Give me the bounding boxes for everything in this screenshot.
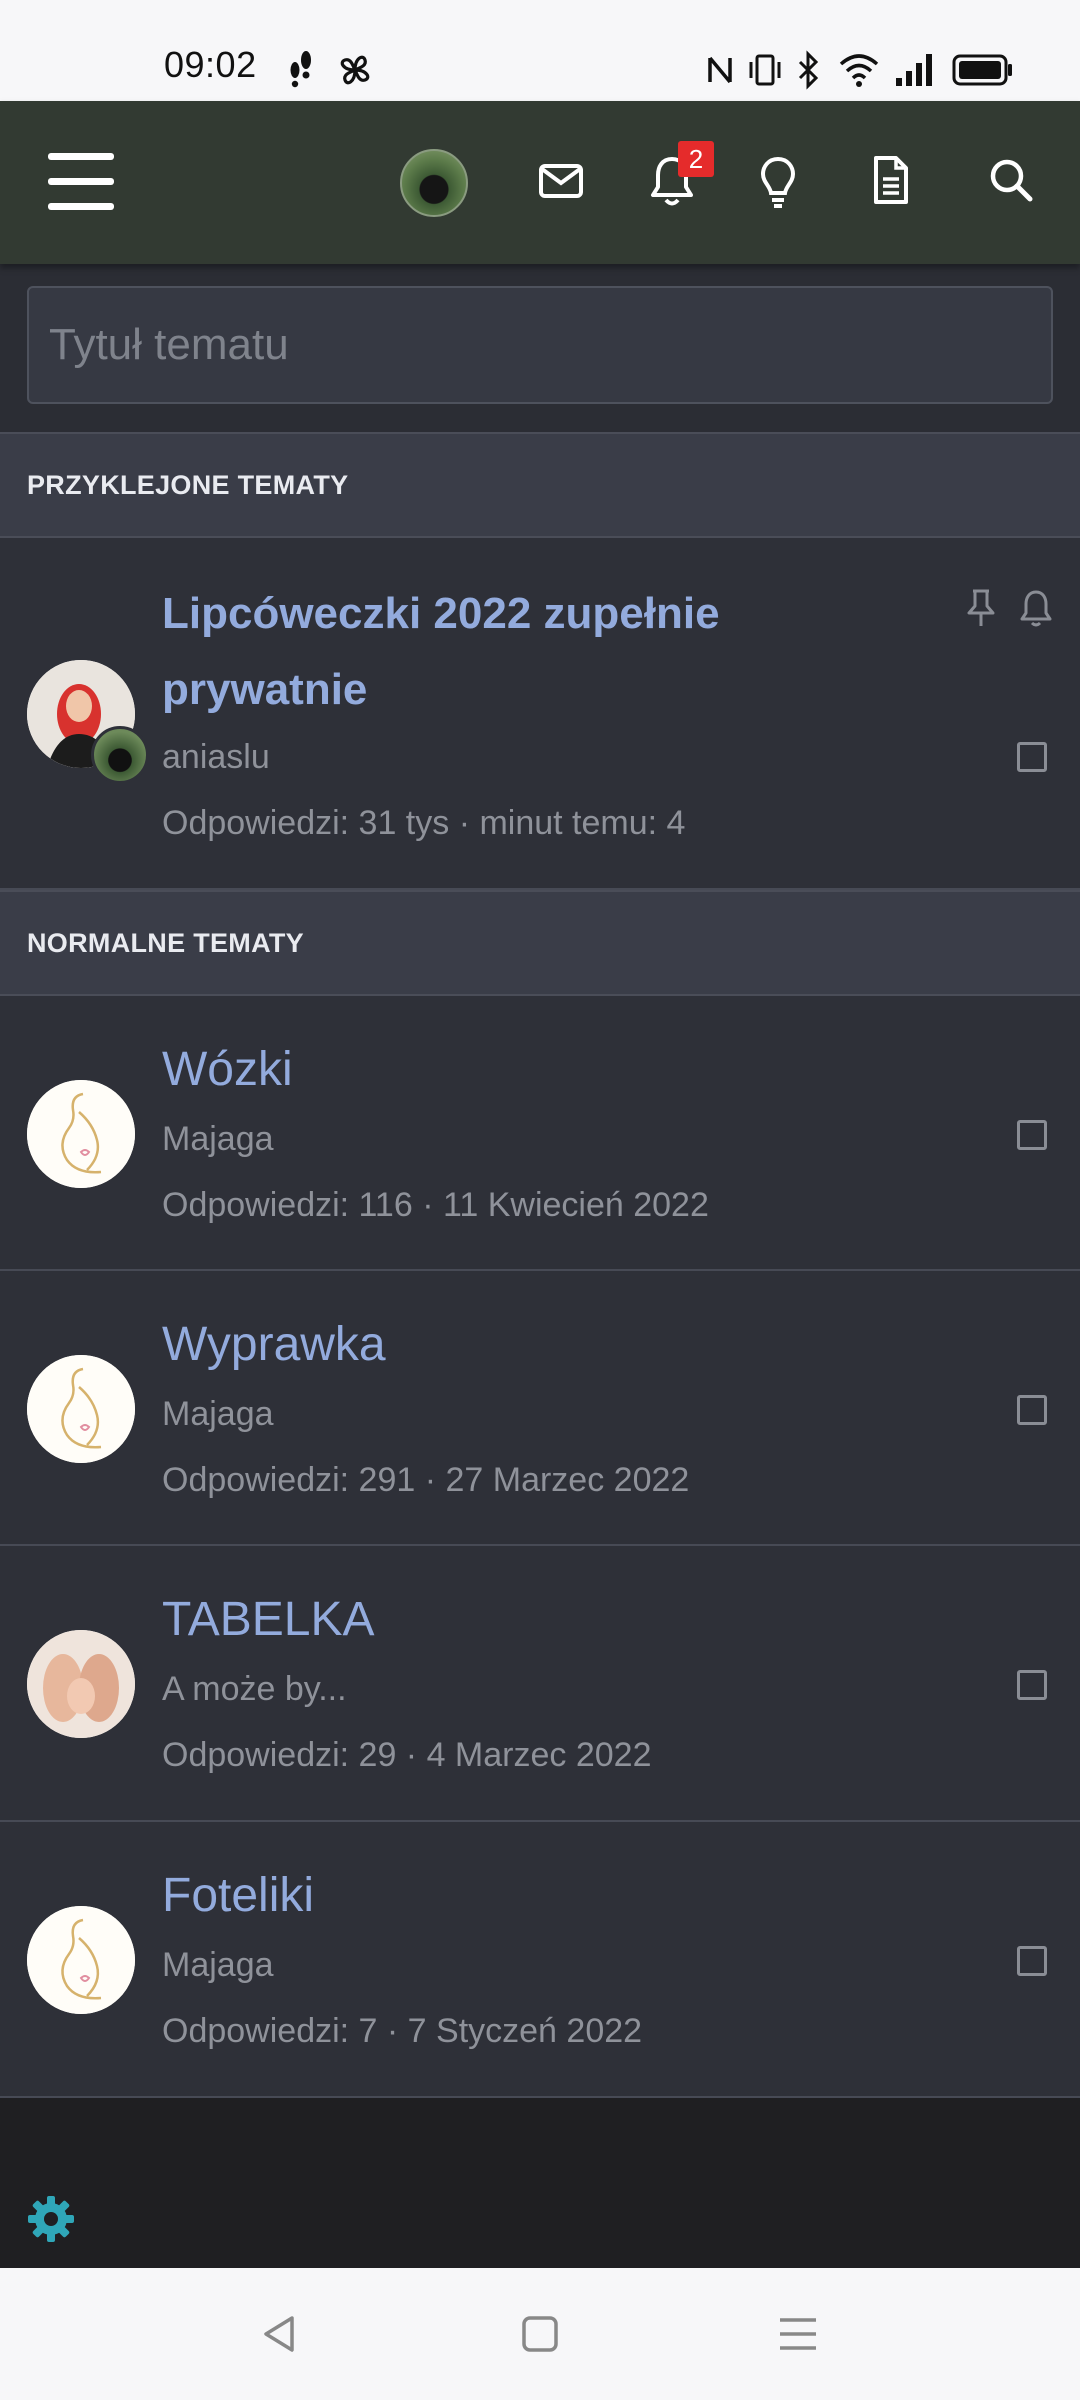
thread-item[interactable]: Lipcóweczki 2022 zupełnie prywatnie ania… [0, 538, 1080, 890]
signal-icon [896, 54, 932, 86]
thread-author[interactable]: aniaslu [162, 738, 270, 777]
search-icon[interactable] [988, 157, 1034, 203]
recents-icon[interactable] [776, 2312, 820, 2356]
section-title: PRZYKLEJONE TEMATY [27, 470, 349, 500]
topic-title-input[interactable] [27, 286, 1053, 404]
thread-item[interactable]: Wózki Majaga Odpowiedzi: 116 · 11 Kwieci… [0, 996, 1080, 1271]
thread-author[interactable]: A może by... [162, 1670, 347, 1709]
thread-meta: Odpowiedzi: 116 · 11 Kwiecień 2022 [162, 1186, 709, 1224]
mail-icon[interactable] [538, 163, 584, 199]
section-header-normal: NORMALNE TEMATY [0, 890, 1080, 996]
new-topic-area [0, 264, 1080, 432]
pin-icon [967, 589, 995, 626]
status-time: 09:02 [164, 44, 257, 85]
lightbulb-icon[interactable] [758, 155, 798, 211]
thread-author-avatar [27, 1906, 135, 2014]
thread-meta: Odpowiedzi: 7 · 7 Styczeń 2022 [162, 2012, 643, 2050]
vibrate-icon [749, 54, 781, 86]
thread-author-avatar [27, 1630, 135, 1738]
thread-item[interactable]: Foteliki Majaga Odpowiedzi: 7 · 7 Stycze… [0, 1822, 1080, 2098]
thread-select-checkbox[interactable] [1017, 1120, 1047, 1150]
wifi-icon [839, 54, 879, 87]
back-icon[interactable] [258, 2312, 302, 2356]
watch-bell-icon[interactable] [1019, 588, 1053, 628]
status-bar: 09:02 [0, 0, 1080, 101]
thread-item[interactable]: TABELKA A może by... Odpowiedzi: 29 · 4 … [0, 1546, 1080, 1822]
gear-icon[interactable] [26, 2194, 76, 2244]
thread-author[interactable]: Majaga [162, 1946, 274, 1985]
section-header-sticky: PRZYKLEJONE TEMATY [0, 432, 1080, 538]
app-header: 2 [0, 101, 1080, 264]
thread-select-checkbox[interactable] [1017, 742, 1047, 772]
thread-author[interactable]: Majaga [162, 1395, 274, 1434]
thread-title[interactable]: TABELKA [162, 1592, 375, 1647]
thread-meta: Odpowiedzi: 291 · 27 Marzec 2022 [162, 1461, 690, 1499]
thread-meta: Odpowiedzi: 31 tys · minut temu: 4 [162, 804, 686, 842]
thread-item[interactable]: Wyprawka Majaga Odpowiedzi: 291 · 27 Mar… [0, 1271, 1080, 1546]
fan-icon [340, 55, 370, 85]
home-icon[interactable] [518, 2312, 562, 2356]
thread-title[interactable]: Wyprawka [162, 1317, 386, 1372]
notification-badge: 2 [678, 141, 714, 177]
section-title: NORMALNE TEMATY [27, 928, 304, 958]
page-footer [0, 2098, 1080, 2268]
nfc-icon [708, 56, 732, 84]
thread-author[interactable]: Majaga [162, 1120, 274, 1159]
last-poster-avatar [91, 726, 149, 784]
footsteps-icon [290, 51, 311, 88]
thread-select-checkbox[interactable] [1017, 1946, 1047, 1976]
battery-icon [952, 54, 1012, 86]
thread-select-checkbox[interactable] [1017, 1670, 1047, 1700]
bluetooth-icon [798, 50, 819, 90]
thread-title[interactable]: Lipcóweczki 2022 zupełnie prywatnie [162, 576, 802, 728]
thread-author-avatar [27, 1355, 135, 1463]
thread-select-checkbox[interactable] [1017, 1395, 1047, 1425]
hamburger-menu-icon[interactable] [48, 153, 114, 211]
thread-author-avatar [27, 1080, 135, 1188]
thread-title[interactable]: Wózki [162, 1042, 293, 1097]
user-avatar[interactable] [400, 149, 468, 217]
system-nav-bar [0, 2268, 1080, 2400]
thread-title[interactable]: Foteliki [162, 1868, 314, 1923]
document-icon[interactable] [872, 155, 910, 205]
thread-meta: Odpowiedzi: 29 · 4 Marzec 2022 [162, 1736, 652, 1774]
